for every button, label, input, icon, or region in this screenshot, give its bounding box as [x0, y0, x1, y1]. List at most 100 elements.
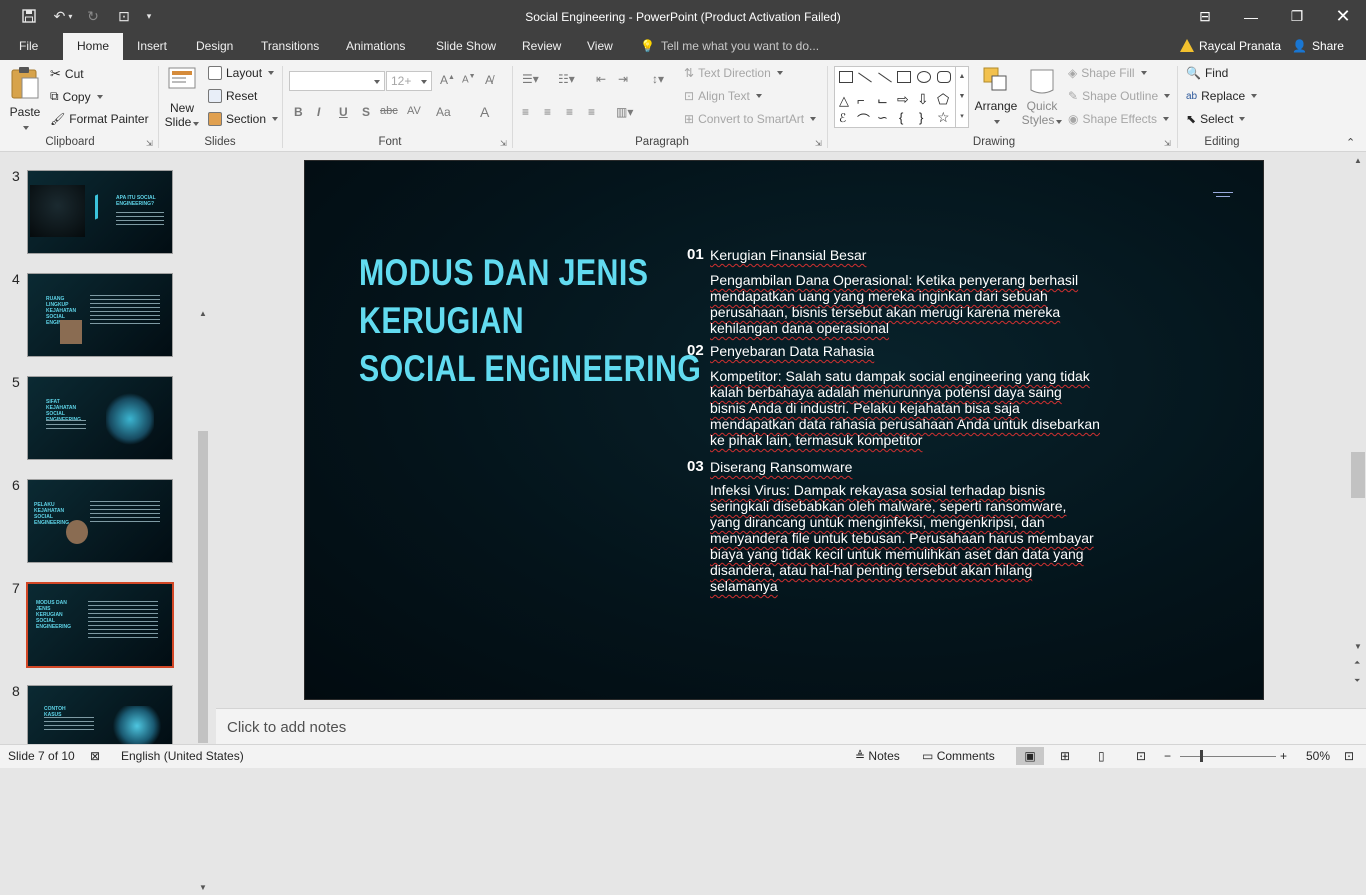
- slideshow-view-icon[interactable]: ⊡: [1136, 749, 1146, 763]
- gallery-scroll-icon[interactable]: ▲ ▼ ▾: [955, 67, 968, 127]
- new-slide-button[interactable]: New Slide: [164, 66, 200, 129]
- tab-review[interactable]: Review: [516, 33, 567, 60]
- tab-design[interactable]: Design: [190, 33, 239, 60]
- shape-effects-button[interactable]: ◉ Shape Effects: [1068, 112, 1169, 126]
- user-account[interactable]: Raycal Pranata: [1180, 33, 1281, 60]
- scroll-down-icon[interactable]: ▼: [199, 883, 207, 892]
- shape-outline-button[interactable]: ✎ Shape Outline: [1068, 89, 1171, 103]
- thumbnail-scrollbar[interactable]: ▲ ▼: [196, 309, 210, 895]
- reset-button[interactable]: Reset: [208, 89, 257, 103]
- clear-formatting-icon[interactable]: A̸: [485, 73, 493, 87]
- align-left-icon[interactable]: ≡: [522, 105, 529, 119]
- font-size-box[interactable]: 12+: [386, 71, 432, 91]
- drawing-launcher-icon[interactable]: ⇲: [1164, 139, 1171, 148]
- italic-button[interactable]: I: [317, 105, 320, 119]
- slide-sorter-icon[interactable]: ⊞: [1060, 749, 1070, 763]
- quick-styles-button[interactable]: Quick Styles: [1020, 66, 1064, 127]
- decrease-indent-icon[interactable]: ⇤: [596, 72, 606, 86]
- share-button[interactable]: 👤 Share: [1292, 33, 1344, 60]
- replace-button[interactable]: ab Replace: [1186, 89, 1258, 103]
- shape-fill-button[interactable]: ◈ Shape Fill: [1068, 66, 1147, 80]
- align-right-icon[interactable]: ≡: [566, 105, 573, 119]
- bold-button[interactable]: B: [294, 105, 303, 119]
- redo-icon[interactable]: ↻: [84, 6, 102, 26]
- copy-button[interactable]: ⧉ Copy: [50, 89, 103, 104]
- scroll-thumb[interactable]: [198, 431, 208, 743]
- slide-title[interactable]: MODUS DAN JENIS KERUGIAN SOCIAL ENGINEER…: [359, 249, 701, 393]
- strikethrough-button[interactable]: abc: [380, 105, 398, 117]
- paste-button[interactable]: Paste: [8, 66, 42, 136]
- slide-thumbnail-3[interactable]: APA ITU SOCIAL ENGINEERING?: [27, 170, 173, 254]
- tell-me-search[interactable]: 💡 Tell me what you want to do...: [640, 33, 819, 60]
- next-slide-icon[interactable]: ⏷: [1354, 676, 1360, 686]
- slide-thumbnail-8[interactable]: CONTOH KASUS: [27, 685, 173, 747]
- save-icon[interactable]: [18, 6, 40, 26]
- zoom-slider[interactable]: [1180, 750, 1276, 762]
- zoom-level[interactable]: 50%: [1306, 749, 1330, 763]
- decrease-font-icon[interactable]: A▼: [462, 73, 476, 85]
- restore-icon[interactable]: ❐: [1274, 0, 1320, 33]
- line-spacing-icon[interactable]: ↕▾: [652, 72, 664, 86]
- character-spacing-button[interactable]: AV: [407, 105, 421, 117]
- font-launcher-icon[interactable]: ⇲: [500, 139, 507, 148]
- font-color-button[interactable]: A: [480, 104, 489, 120]
- fit-to-window-icon[interactable]: ⊡: [1344, 749, 1354, 763]
- bullets-icon[interactable]: ☰▾: [522, 72, 539, 86]
- clipboard-launcher-icon[interactable]: ⇲: [146, 139, 153, 148]
- slideshow-start-icon[interactable]: ⊡: [112, 6, 136, 26]
- section-button[interactable]: Section: [208, 112, 279, 126]
- scroll-down-icon[interactable]: ▼: [1354, 642, 1362, 651]
- find-button[interactable]: 🔍 Find: [1186, 66, 1228, 80]
- normal-view-icon[interactable]: ▣: [1016, 747, 1044, 765]
- change-case-button[interactable]: Aa: [436, 105, 451, 119]
- reading-view-icon[interactable]: ▯: [1098, 749, 1105, 763]
- comments-button[interactable]: ▭ Comments: [922, 749, 995, 763]
- scroll-up-icon[interactable]: ▲: [199, 309, 207, 318]
- slide-thumbnail-6[interactable]: PELAKU KEJAHATAN SOCIAL ENGINEERING: [27, 479, 173, 563]
- shapes-gallery[interactable]: △ ⌐ ⌙ ⇨ ⇩ ⬠ ℰ ⌒ ∽ { } ☆ ▲ ▼ ▾: [834, 66, 969, 128]
- slide-thumbnail-7[interactable]: MODUS DAN JENIS KERUGIAN SOCIAL ENGINEER…: [25, 581, 175, 669]
- align-text-button[interactable]: ⊡ Align Text: [684, 89, 762, 103]
- notes-button[interactable]: ≜ Notes: [855, 749, 900, 763]
- slide-scrollbar[interactable]: ▲ ▼ ⏶ ⏷: [1350, 152, 1366, 744]
- select-button[interactable]: ⬉ Select: [1186, 112, 1246, 126]
- increase-font-icon[interactable]: A▲: [440, 73, 455, 87]
- layout-button[interactable]: Layout: [208, 66, 275, 80]
- arrange-button[interactable]: Arrange: [974, 66, 1018, 127]
- undo-icon[interactable]: ↶ ▾: [48, 6, 78, 26]
- tab-slide-show[interactable]: Slide Show: [430, 33, 502, 60]
- align-center-icon[interactable]: ≡: [544, 105, 551, 119]
- ribbon-display-options-icon[interactable]: ⊟: [1182, 0, 1228, 33]
- underline-button[interactable]: U: [339, 105, 348, 119]
- cut-button[interactable]: ✂ Cut: [50, 66, 84, 82]
- tab-transitions[interactable]: Transitions: [255, 33, 325, 60]
- zoom-slider-thumb[interactable]: [1200, 750, 1203, 762]
- text-direction-button[interactable]: ⇅ Text Direction: [684, 66, 783, 80]
- customize-quick-access-icon[interactable]: ▾: [142, 6, 156, 26]
- current-slide[interactable]: MODUS DAN JENIS KERUGIAN SOCIAL ENGINEER…: [304, 160, 1264, 700]
- minimize-icon[interactable]: —: [1228, 0, 1274, 33]
- font-name-box[interactable]: [289, 71, 385, 91]
- tab-file[interactable]: File: [13, 33, 44, 60]
- justify-icon[interactable]: ≡: [588, 105, 595, 119]
- numbering-icon[interactable]: ☷▾: [558, 72, 575, 86]
- zoom-out-icon[interactable]: −: [1164, 749, 1171, 763]
- notes-pane[interactable]: Click to add notes: [216, 708, 1366, 744]
- collapse-ribbon-icon[interactable]: ⌃: [1346, 136, 1355, 149]
- close-icon[interactable]: ✕: [1320, 0, 1366, 33]
- columns-icon[interactable]: ▥▾: [616, 105, 633, 119]
- paragraph-launcher-icon[interactable]: ⇲: [815, 139, 822, 148]
- format-painter-button[interactable]: 🖌 Format Painter: [50, 112, 149, 126]
- tab-insert[interactable]: Insert: [131, 33, 173, 60]
- spell-check-icon[interactable]: ⊠: [90, 749, 100, 763]
- zoom-in-icon[interactable]: +: [1280, 749, 1287, 763]
- slide-thumbnail-4[interactable]: RUANG LINGKUP KEJAHATAN SOCIAL ENGINEERI…: [27, 273, 173, 357]
- scroll-thumb[interactable]: [1351, 452, 1365, 498]
- tab-view[interactable]: View: [581, 33, 619, 60]
- convert-smartart-button[interactable]: ⊞ Convert to SmartArt: [684, 112, 817, 126]
- tab-home[interactable]: Home: [63, 33, 123, 60]
- scroll-up-icon[interactable]: ▲: [1354, 156, 1362, 165]
- shadow-button[interactable]: S: [362, 105, 370, 119]
- slide-thumbnail-5[interactable]: SIFAT KEJAHATAN SOCIAL ENGINEERING: [27, 376, 173, 460]
- tab-animations[interactable]: Animations: [340, 33, 411, 60]
